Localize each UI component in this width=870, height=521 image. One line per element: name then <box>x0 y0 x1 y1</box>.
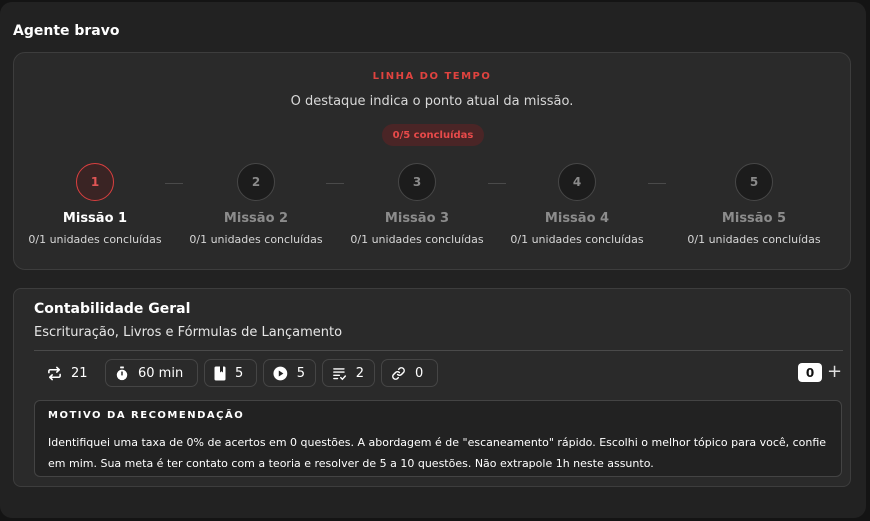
repeat-icon <box>48 366 61 380</box>
timeline-label: LINHA DO TEMPO <box>372 71 492 82</box>
stat-theory-value: 5 <box>235 365 244 381</box>
step-name: Missão 4 <box>544 211 610 226</box>
count-field[interactable]: 0 <box>798 363 822 382</box>
timeline-step-4[interactable]: 4 Missão 4 0/1 unidades concluídas <box>497 163 657 246</box>
step-units: 0/1 unidades concluídas <box>28 233 162 246</box>
stat-duration-value: 60 min <box>138 365 184 381</box>
step-number: 3 <box>398 163 436 201</box>
page-title: Agente bravo <box>13 23 120 39</box>
timeline-step-5[interactable]: 5 Missão 5 0/1 unidades concluídas <box>674 163 834 246</box>
step-name: Missão 3 <box>384 211 450 226</box>
divider <box>34 350 843 351</box>
timeline-step-1[interactable]: 1 Missão 1 0/1 unidades concluídas <box>15 163 175 246</box>
subject-subtitle: Escrituração, Livros e Fórmulas de Lança… <box>34 325 343 340</box>
step-units: 0/1 unidades concluídas <box>189 233 323 246</box>
subject-title: Contabilidade Geral <box>34 301 191 317</box>
subject-card: Contabilidade Geral Escrituração, Livros… <box>13 288 851 487</box>
mission-timeline: LINHA DO TEMPO O destaque indica o ponto… <box>13 52 851 270</box>
stat-repeat-value: 21 <box>71 365 88 381</box>
progress-badge: 0/5 concluídas <box>382 124 484 146</box>
step-name: Missão 2 <box>223 211 289 226</box>
step-name: Missão 1 <box>62 211 128 226</box>
step-connector <box>648 183 666 184</box>
step-number: 1 <box>76 163 114 201</box>
stopwatch-icon <box>116 365 128 380</box>
step-name: Missão 5 <box>721 211 787 226</box>
checklist-icon <box>333 367 347 380</box>
app-window: Agente bravo LINHA DO TEMPO O destaque i… <box>0 2 866 518</box>
stat-repeat: 21 <box>47 359 88 387</box>
stat-questions-value: 2 <box>355 365 364 381</box>
reason-title: MOTIVO DA RECOMENDAÇÃO <box>48 410 245 421</box>
play-icon <box>273 366 288 380</box>
recommendation-reason: MOTIVO DA RECOMENDAÇÃO Identifiquei uma … <box>34 400 842 477</box>
stat-videos-value: 5 <box>296 365 305 381</box>
stat-videos[interactable]: 5 <box>263 359 316 387</box>
add-button[interactable]: + <box>827 360 842 384</box>
step-units: 0/1 unidades concluídas <box>687 233 821 246</box>
step-number: 4 <box>558 163 596 201</box>
stat-links[interactable]: 0 <box>381 359 438 387</box>
stat-links-value: 0 <box>415 365 424 381</box>
timeline-subtitle: O destaque indica o ponto atual da missã… <box>290 94 574 109</box>
step-units: 0/1 unidades concluídas <box>510 233 644 246</box>
timeline-step-3[interactable]: 3 Missão 3 0/1 unidades concluídas <box>337 163 497 246</box>
stat-duration[interactable]: 60 min <box>105 359 198 387</box>
link-icon <box>392 366 405 380</box>
step-number: 2 <box>237 163 275 201</box>
step-number: 5 <box>735 163 773 201</box>
stat-theory[interactable]: 5 <box>204 359 257 387</box>
timeline-step-2[interactable]: 2 Missão 2 0/1 unidades concluídas <box>176 163 336 246</box>
book-icon <box>214 366 226 380</box>
reason-text: Identifiquei uma taxa de 0% de acertos e… <box>48 436 827 470</box>
stat-questions[interactable]: 2 <box>322 359 375 387</box>
step-units: 0/1 unidades concluídas <box>350 233 484 246</box>
